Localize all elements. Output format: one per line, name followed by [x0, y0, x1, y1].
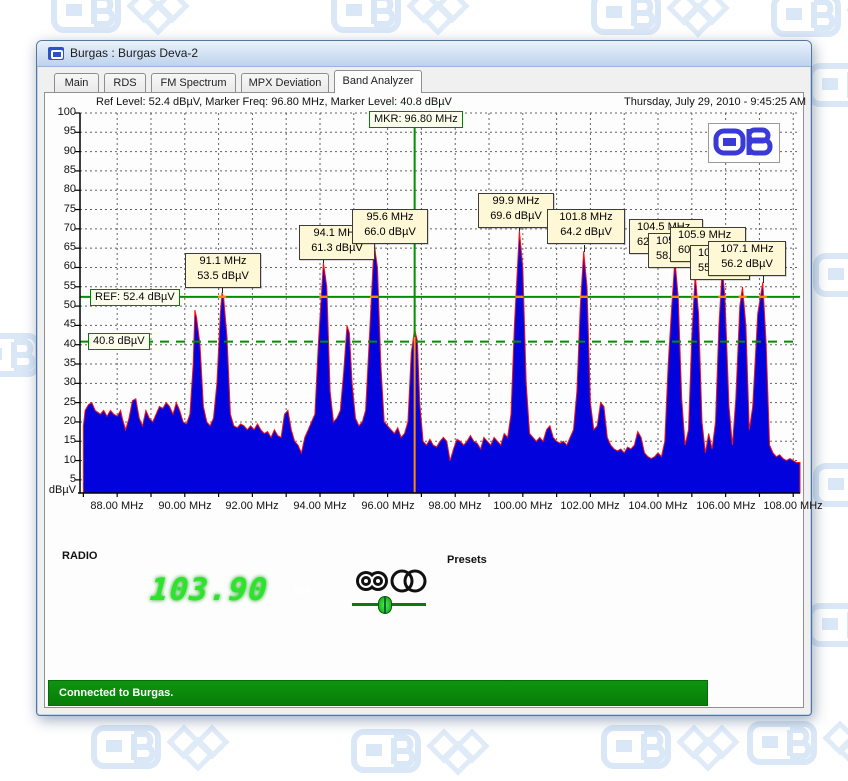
y-axis-tick-label: 35 — [42, 357, 76, 369]
y-axis-tick-label: 40 — [42, 338, 76, 350]
y-axis-tick-label: 10 — [42, 454, 76, 466]
deva-watermark — [812, 250, 848, 305]
x-axis-tick-label: 106.00 MHz — [690, 500, 762, 512]
y-axis-tick-label: 95 — [42, 125, 76, 137]
peak-callout-freq: 95.6 MHz — [353, 210, 427, 225]
deva-watermark — [806, 600, 848, 655]
peak-callout: 101.8 MHz64.2 dBµV — [547, 209, 625, 244]
peak-callout: 91.1 MHz53.5 dBµV — [185, 253, 261, 288]
y-axis-tick-label: 80 — [42, 183, 76, 195]
radio-group-label: RADIO — [58, 550, 101, 562]
app-icon — [48, 47, 64, 60]
x-axis-tick-label: 102.00 MHz — [554, 500, 626, 512]
connection-status-bar: Connected to Burgas. — [48, 680, 708, 706]
y-axis-tick-label: 90 — [42, 145, 76, 157]
marker-status-text: Ref Level: 52.4 dBµV, Marker Freq: 96.80… — [96, 96, 452, 108]
x-axis-tick-label: 100.00 MHz — [487, 500, 559, 512]
y-axis-tick-label: 65 — [42, 241, 76, 253]
y-axis-tick-label: 70 — [42, 222, 76, 234]
deva-watermark — [330, 0, 480, 41]
spectrum-plot[interactable] — [80, 113, 800, 493]
deva-watermark — [600, 722, 750, 777]
x-axis-tick-label: 104.00 MHz — [622, 500, 694, 512]
y-axis-tick-label: 85 — [42, 164, 76, 176]
deva-watermark — [90, 722, 240, 777]
x-axis-tick-label: 108.00 MHz — [757, 500, 829, 512]
x-axis-tick-label: 96.00 MHz — [352, 500, 424, 512]
connection-status-text: Connected to Burgas. — [59, 687, 173, 699]
deva-watermark — [590, 0, 740, 43]
peak-callout-freq: 91.1 MHz — [186, 254, 260, 269]
tab-main[interactable]: Main — [54, 73, 99, 92]
x-axis-tick-label: 98.00 MHz — [419, 500, 491, 512]
x-axis-tick-label: 94.00 MHz — [284, 500, 356, 512]
peak-callout: 107.1 MHz56.2 dBµV — [708, 241, 786, 276]
tab-mpx-deviation[interactable]: MPX Deviation — [241, 73, 329, 92]
y-axis-tick-label: 55 — [42, 280, 76, 292]
peak-callout: 99.9 MHz69.6 dBµV — [478, 193, 554, 228]
callout-leader-line — [584, 245, 585, 252]
presets-group-label: Presets — [443, 554, 491, 566]
y-axis-unit-label: dBµV — [38, 484, 76, 496]
deva-watermark — [770, 0, 848, 45]
tab-rds[interactable]: RDS — [104, 73, 146, 92]
y-axis-tick-label: 50 — [42, 299, 76, 311]
x-axis-tick-label: 90.00 MHz — [149, 500, 221, 512]
ref-level-label[interactable]: REF: 52.4 dBµV — [90, 289, 180, 306]
peak-callout-level: 66.0 dBµV — [353, 225, 427, 240]
y-axis-tick-label: 45 — [42, 318, 76, 330]
marker-frequency-label[interactable]: MKR: 96.80 MHz — [369, 111, 463, 128]
marker-level-label: 40.8 dBµV — [88, 333, 150, 350]
callout-leader-line — [763, 276, 764, 283]
deva-watermark — [50, 0, 200, 41]
lcd-frequency-display: 103.90 — [149, 572, 262, 608]
x-axis-tick-label: 92.00 MHz — [216, 500, 288, 512]
window-titlebar[interactable]: Burgas : Burgas Deva-2 — [37, 41, 811, 67]
peak-callout-level: 69.6 dBµV — [479, 209, 553, 224]
y-axis-tick-label: 75 — [42, 203, 76, 215]
y-axis-tick-label: 100 — [42, 106, 76, 118]
peak-callout-level: 56.2 dBµV — [709, 257, 785, 272]
peak-callout-freq: 99.9 MHz — [479, 194, 553, 209]
peak-callout: 95.6 MHz66.0 dBµV — [352, 209, 428, 244]
mhz-unit-label: MHz — [293, 585, 316, 597]
peak-callout-freq: 107.1 MHz — [709, 242, 785, 257]
peak-callout-level: 64.2 dBµV — [548, 225, 624, 240]
y-axis-tick-label: 60 — [42, 260, 76, 272]
datetime-text: Thursday, July 29, 2010 - 9:45:25 AM — [540, 96, 806, 108]
y-axis-tick-label: 15 — [42, 434, 76, 446]
peak-callout-level: 53.5 dBµV — [186, 269, 260, 284]
x-axis-tick-label: 88.00 MHz — [81, 500, 153, 512]
y-axis-tick-label: 20 — [42, 415, 76, 427]
y-axis-tick-label: 25 — [42, 396, 76, 408]
tab-band-analyzer[interactable]: Band Analyzer — [334, 70, 422, 93]
peak-callout-freq: 101.8 MHz — [548, 210, 624, 225]
tab-fm-spectrum[interactable]: FM Spectrum — [151, 73, 236, 92]
y-axis-tick-label: 30 — [42, 376, 76, 388]
deva-db-logo — [708, 123, 780, 163]
deva-watermark — [746, 718, 848, 773]
speakers-icon — [354, 568, 428, 596]
window-title: Burgas : Burgas Deva-2 — [70, 46, 198, 60]
balance-thumb-line — [384, 596, 386, 614]
deva-watermark — [806, 60, 848, 115]
